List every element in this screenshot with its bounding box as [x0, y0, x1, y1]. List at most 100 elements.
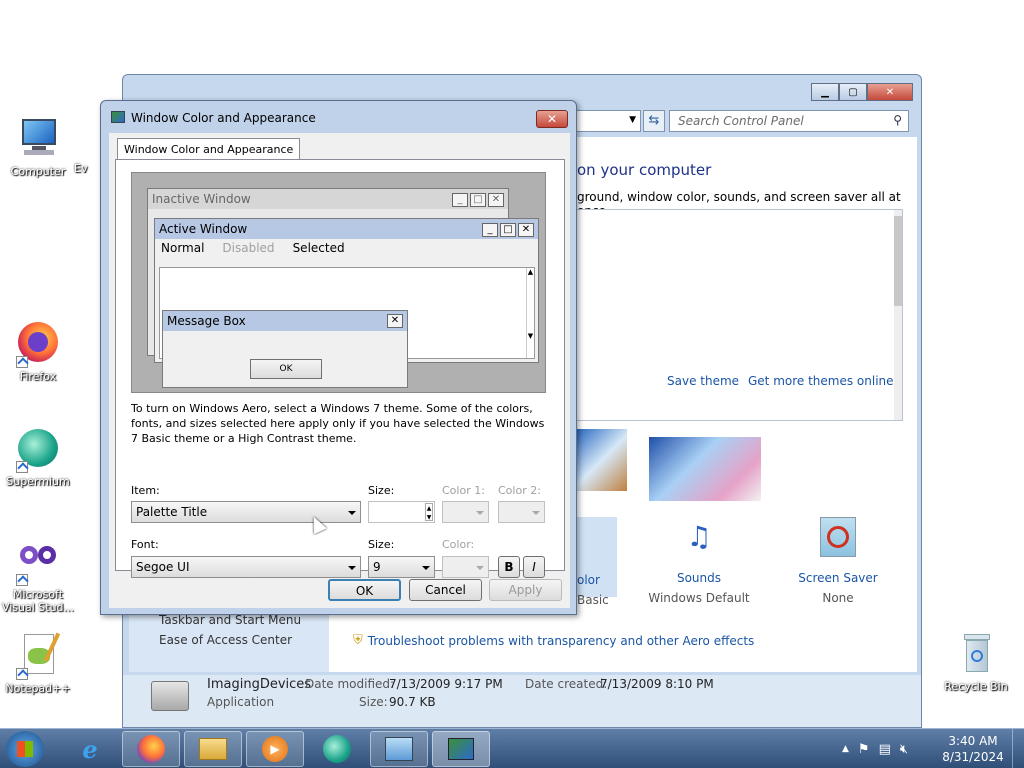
search-icon: ⚲	[893, 113, 902, 127]
sounds-item[interactable]: ♫ Sounds Windows Default	[644, 517, 754, 605]
taskbar-supermium[interactable]	[308, 731, 366, 767]
appearance-preview[interactable]: Inactive Window _ □ ✕ Active Window _ □ ✕ No…	[131, 172, 546, 393]
font-size-label: Size:	[368, 538, 395, 551]
font-select[interactable]: Segoe UI	[131, 556, 361, 578]
taskbar-explorer[interactable]	[184, 731, 242, 767]
desktop-icon-computer[interactable]: Computer	[0, 115, 76, 178]
window-color-dialog: Window Color and Appearance ✕ Window Col…	[100, 100, 577, 615]
font-color-label: Color:	[442, 538, 475, 551]
supermium-icon	[323, 735, 351, 763]
taskbar-firefox[interactable]	[122, 731, 180, 767]
screensaver-item[interactable]: Screen Saver None	[783, 517, 893, 605]
color1-label: Color 1:	[442, 484, 485, 497]
get-more-themes-link[interactable]: Get more themes online	[748, 374, 894, 388]
clock-date: 8/31/2024	[942, 750, 1004, 764]
troubleshoot-link[interactable]: ⛨ Troubleshoot problems with transparenc…	[353, 633, 754, 648]
close-button[interactable]: ✕	[867, 83, 913, 101]
dialog-close-button[interactable]: ✕	[536, 110, 568, 128]
scrollbar[interactable]	[894, 210, 902, 420]
aero-info-text: To turn on Windows Aero, select a Window…	[131, 402, 545, 445]
themes-list: Save theme Get more themes online	[577, 209, 903, 421]
recycle-bin-icon	[952, 630, 1000, 678]
desktop-icon-recycle-bin[interactable]: Recycle Bin	[938, 630, 1014, 693]
active-title: Active Window	[159, 222, 248, 236]
desktop-icon-visual-studio[interactable]: Microsoft Visual Stud...	[0, 538, 76, 614]
theme-thumbnail-a[interactable]	[577, 429, 627, 491]
search-input[interactable]: Search Control Panel ⚲	[669, 110, 909, 132]
bold-button[interactable]: B	[498, 556, 520, 578]
taskbar-ie[interactable]: e	[62, 731, 118, 767]
preview-menu: Normal Disabled Selected	[155, 239, 538, 257]
desktop-icon-notepadpp[interactable]: Notepad++	[0, 632, 76, 695]
minimize-button[interactable]: ▁	[811, 83, 839, 101]
file-type: Application	[207, 695, 275, 709]
spinner-arrows-icon: ▲ ▼	[425, 503, 433, 521]
item-size-spinner[interactable]: ▲ ▼	[368, 501, 435, 523]
font-label: Font:	[131, 538, 159, 551]
cancel-button[interactable]: Cancel	[409, 579, 482, 601]
internet-explorer-icon: e	[82, 734, 98, 764]
taskbar-media-player[interactable]: ▶	[246, 731, 304, 767]
volume-muted-icon[interactable]: 🔇︎	[900, 742, 908, 757]
size-value: 90.7 KB	[389, 695, 436, 709]
start-button[interactable]	[6, 731, 44, 767]
dialog-app-icon	[111, 111, 125, 123]
taskbar-window-color[interactable]	[432, 731, 490, 767]
maximize-button[interactable]: ▢	[839, 83, 867, 101]
ok-button[interactable]: OK	[328, 579, 401, 601]
created-label: Date created:	[525, 677, 608, 691]
action-center-flag-icon[interactable]: ⚑	[858, 742, 870, 757]
details-pane: ImagingDevices Application Date modified…	[123, 675, 921, 727]
size-label: Size:	[359, 695, 388, 709]
sidebar-item-taskbar[interactable]: Taskbar and Start Menu	[159, 613, 301, 627]
font-size-select[interactable]: 9	[368, 556, 435, 578]
computer-icon	[14, 115, 62, 163]
screensaver-value: None	[822, 591, 854, 605]
menu-selected: Selected	[292, 241, 345, 255]
refresh-button[interactable]: ⇆	[643, 110, 665, 132]
shortcut-arrow-icon	[16, 574, 28, 586]
notepadpp-icon	[14, 632, 62, 680]
shortcut-arrow-icon	[16, 668, 28, 680]
apply-button[interactable]: Apply	[489, 579, 562, 601]
save-theme-link[interactable]: Save theme	[667, 374, 739, 388]
taskbar-control-panel[interactable]	[370, 731, 428, 767]
uac-shield-icon: ⛨	[353, 633, 363, 648]
inactive-controls: _ □ ✕	[450, 191, 504, 207]
address-dropdown[interactable]: ▼	[573, 110, 641, 132]
desktop-icon-label: Firefox	[19, 370, 57, 383]
color2-label: Color 2:	[498, 484, 541, 497]
desktop-icon-supermium[interactable]: Supermium	[0, 425, 76, 488]
desktop-icon-firefox[interactable]: Firefox	[0, 320, 76, 383]
show-desktop-button[interactable]	[1012, 729, 1024, 768]
menu-disabled: Disabled	[222, 241, 275, 255]
file-icon	[151, 681, 189, 711]
theme-thumbnail-b[interactable]	[649, 437, 761, 501]
modified-value: 7/13/2009 9:17 PM	[389, 677, 503, 691]
tab-window-color[interactable]: Window Color and Appearance	[117, 138, 301, 160]
color-item[interactable]: olor Basic	[577, 517, 617, 607]
firefox-icon	[137, 735, 165, 763]
screensaver-icon	[820, 517, 856, 557]
clock[interactable]: 3:40 AM 8/31/2024	[938, 733, 1008, 765]
sidebar-item-ease-of-access[interactable]: Ease of Access Center	[159, 633, 292, 647]
created-value: 7/13/2009 8:10 PM	[600, 677, 714, 691]
folder-icon	[199, 738, 227, 760]
screensaver-label: Screen Saver	[798, 571, 878, 585]
close-icon: ✕	[546, 112, 558, 126]
network-icon[interactable]: ▤	[879, 742, 891, 757]
desktop-icon-label: Recycle Bin	[944, 680, 1008, 693]
shortcut-arrow-icon	[16, 461, 28, 473]
color-value: Basic	[577, 593, 609, 607]
windows-logo-icon	[17, 741, 33, 757]
sounds-value: Windows Default	[648, 591, 750, 605]
color2-select[interactable]	[498, 501, 545, 523]
item-select[interactable]: Palette Title	[131, 501, 361, 523]
control-panel-icon	[385, 737, 413, 761]
color1-select[interactable]	[442, 501, 489, 523]
italic-button[interactable]: I	[523, 556, 545, 578]
font-color-select[interactable]	[442, 556, 489, 578]
desktop-icon-label: Computer	[10, 165, 66, 178]
taskbar: e ▶ ▲ ⚑ ▤ 🔇︎ 3:40 AM 8/31/2024	[0, 728, 1024, 768]
show-hidden-icons-icon[interactable]: ▲	[842, 744, 849, 754]
